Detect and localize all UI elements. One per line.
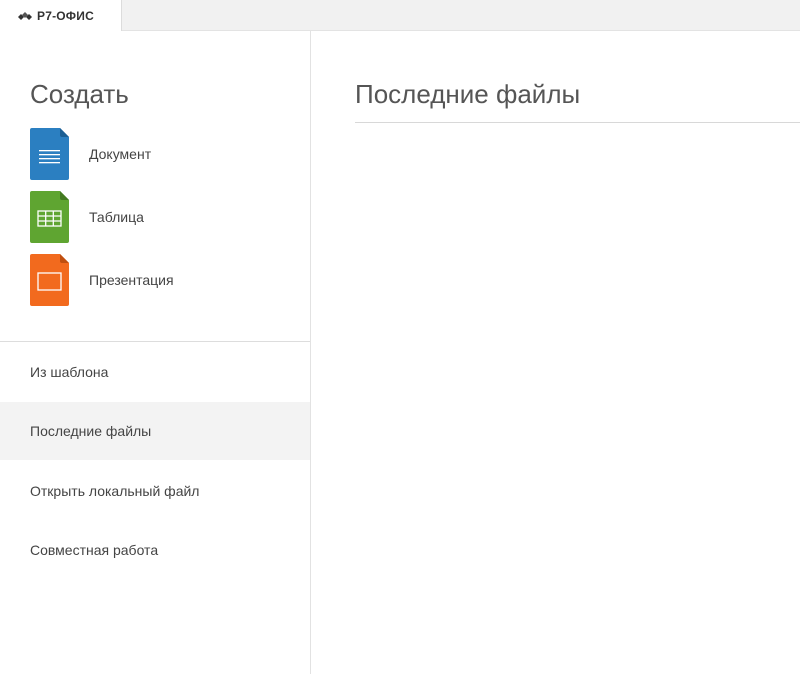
sidebar-divider <box>0 341 310 342</box>
create-spreadsheet-button[interactable]: Таблица <box>30 191 290 243</box>
app-brand: Р7-ОФИС <box>37 8 94 23</box>
app-tab[interactable]: Р7-ОФИС <box>0 0 122 31</box>
sidebar-item-recent-files[interactable]: Последние файлы <box>0 402 310 460</box>
create-presentation-label: Презентация <box>89 272 174 288</box>
create-spreadsheet-label: Таблица <box>89 209 144 225</box>
sidebar-item-open-local-file[interactable]: Открыть локальный файл <box>0 462 310 520</box>
sidebar-item-label: Последние файлы <box>30 423 152 439</box>
document-icon <box>30 128 69 180</box>
sidebar: Создать Документ Таблица Презентация Из … <box>0 31 311 674</box>
title-divider <box>355 122 800 123</box>
create-presentation-button[interactable]: Презентация <box>30 254 290 306</box>
main-panel: Последние файлы <box>312 31 800 674</box>
sidebar-item-label: Из шаблона <box>30 364 109 380</box>
page-title: Последние файлы <box>355 79 581 109</box>
spreadsheet-icon <box>30 191 69 243</box>
tab-bar: Р7-ОФИС <box>0 0 800 31</box>
sidebar-item-label: Открыть локальный файл <box>30 483 200 499</box>
sidebar-item-label: Совместная работа <box>30 542 159 558</box>
presentation-icon <box>30 254 69 306</box>
create-document-button[interactable]: Документ <box>30 128 290 180</box>
sidebar-item-collaboration[interactable]: Совместная работа <box>0 521 310 579</box>
create-document-label: Документ <box>89 146 152 162</box>
sidebar-item-from-template[interactable]: Из шаблона <box>0 343 310 401</box>
create-title: Создать <box>30 79 129 109</box>
diamonds-logo-icon <box>18 11 32 20</box>
